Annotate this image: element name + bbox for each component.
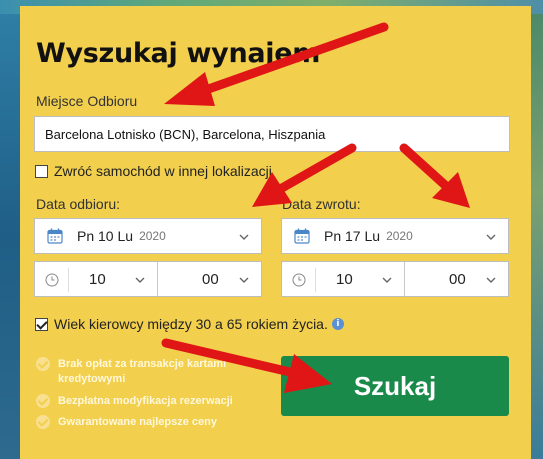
chevron-down-icon [486, 234, 496, 240]
pickup-date-label: Data odbioru: [36, 196, 121, 212]
check-circle-icon [36, 357, 50, 371]
pickup-date-year: 2020 [139, 229, 166, 243]
info-icon[interactable]: i [331, 318, 344, 330]
return-date-label: Data zwrotu: [282, 196, 361, 212]
return-minute-select[interactable]: 00 [404, 262, 508, 296]
return-elsewhere-checkbox[interactable] [35, 164, 48, 178]
benefit-text: Bezpłatna modyfikacja rezerwacji [58, 395, 233, 407]
pickup-time-group: 10 00 [34, 261, 262, 297]
clock-divider [68, 268, 69, 292]
benefit-text: Gwarantowane najlepsze ceny [58, 416, 217, 428]
calendar-icon [47, 228, 63, 244]
return-elsewhere-option[interactable]: Zwróć samochód w innej lokalizacji [35, 163, 272, 179]
clock-divider [315, 268, 316, 292]
pickup-hour-value: 10 [89, 270, 106, 288]
calendar-icon [294, 228, 310, 244]
pickup-location-value: Barcelona Lotnisko (BCN), Barcelona, His… [45, 126, 326, 142]
return-hour-select[interactable]: 10 [282, 262, 404, 296]
return-date-value: Pn 17 Lu [324, 228, 381, 244]
driver-age-label: Wiek kierowcy między 30 a 65 rokiem życi… [54, 316, 328, 332]
return-date-select[interactable]: Pn 17 Lu 2020 [281, 218, 509, 254]
chevron-down-icon [135, 277, 145, 283]
form-title: Wyszukaj wynajem [36, 38, 321, 69]
chevron-down-icon [239, 277, 249, 283]
pickup-minute-select[interactable]: 00 [157, 262, 261, 296]
chevron-down-icon [239, 234, 249, 240]
return-elsewhere-label: Zwróć samochód w innej lokalizacji [54, 163, 272, 179]
benefit-item: Gwarantowane najlepsze ceny [36, 415, 217, 430]
return-time-group: 10 00 [281, 261, 509, 297]
return-date-year: 2020 [386, 229, 413, 243]
benefit-text: Brak opłat za transakcje kartami kredyto… [58, 358, 227, 385]
return-minute-value: 00 [449, 270, 466, 288]
driver-age-option[interactable]: Wiek kierowcy między 30 a 65 rokiem życi… [35, 316, 344, 332]
background-scenery-right [531, 14, 543, 459]
clock-icon [292, 273, 306, 287]
pickup-date-select[interactable]: Pn 10 Lu 2020 [34, 218, 262, 254]
pickup-hour-select[interactable]: 10 [35, 262, 157, 296]
chevron-down-icon [382, 277, 392, 283]
benefit-item: Bezpłatna modyfikacja rezerwacji [36, 394, 233, 409]
chevron-down-icon [486, 277, 496, 283]
check-circle-icon [36, 394, 50, 408]
search-button[interactable]: Szukaj [281, 356, 509, 416]
return-hour-value: 10 [336, 270, 353, 288]
check-circle-icon [36, 415, 50, 429]
pickup-location-label: Miejsce Odbioru [36, 93, 138, 109]
benefit-item: Brak opłat za transakcje kartami kredyto… [36, 357, 276, 387]
clock-icon [45, 273, 59, 287]
pickup-location-input[interactable]: Barcelona Lotnisko (BCN), Barcelona, His… [34, 116, 510, 152]
pickup-date-value: Pn 10 Lu [77, 228, 134, 244]
pickup-minute-value: 00 [202, 270, 219, 288]
driver-age-checkbox[interactable] [35, 317, 48, 331]
